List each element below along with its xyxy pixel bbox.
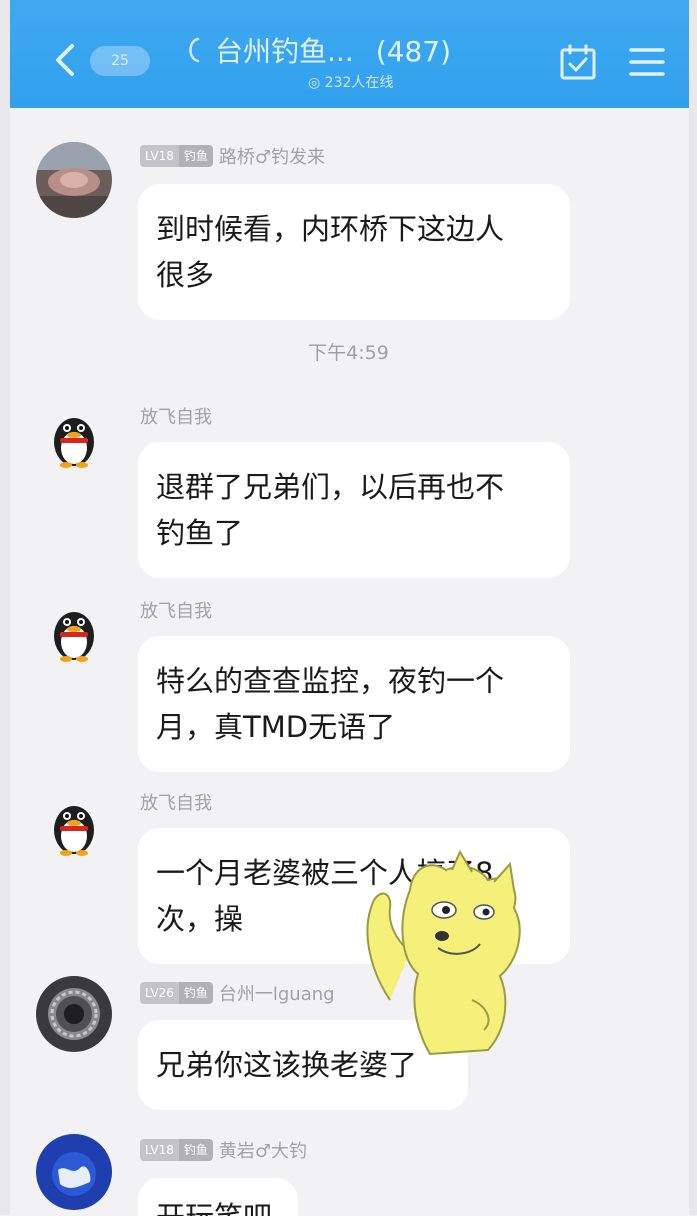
- group-title[interactable]: 台州钓鱼... (487): [215, 30, 451, 70]
- sender-line: 放飞自我: [140, 597, 212, 623]
- message-text-line: 退群了兄弟们，以后再也不: [156, 470, 505, 504]
- avatar[interactable]: [36, 398, 112, 474]
- message-text-line: 开玩笑吧: [156, 1194, 278, 1216]
- group-name: 台州钓鱼...: [215, 35, 354, 68]
- sender-line: 放飞自我: [140, 789, 212, 815]
- sender-line: LV26 钓鱼 台州一lguang: [140, 980, 335, 1006]
- right-frame: [689, 0, 697, 1215]
- sender-name[interactable]: 放飞自我: [140, 597, 212, 623]
- penguin-avatar-icon: [36, 592, 112, 668]
- sender-line: 放飞自我: [140, 403, 212, 429]
- bearing-avatar-icon: [36, 976, 112, 1052]
- sender-name[interactable]: 放飞自我: [140, 403, 212, 429]
- calendar-check-icon[interactable]: [558, 42, 598, 82]
- chat-header: 25 台州钓鱼... (487) ◎ 232人在线: [10, 0, 689, 108]
- title-label: 钓鱼: [178, 145, 213, 167]
- level-badge: LV18 钓鱼: [140, 1139, 213, 1161]
- level-label: LV26: [140, 982, 179, 1004]
- mute-icon: [189, 37, 200, 63]
- back-icon[interactable]: [50, 40, 80, 80]
- penguin-avatar-icon: [36, 398, 112, 474]
- doge-sticker-icon: [366, 850, 521, 1056]
- globe-avatar-icon: [36, 1134, 112, 1210]
- avatar[interactable]: [36, 142, 112, 218]
- level-label: LV18: [140, 145, 179, 167]
- sender-name[interactable]: 放飞自我: [140, 789, 212, 815]
- avatar[interactable]: [36, 592, 112, 668]
- level-label: LV18: [140, 1139, 179, 1161]
- message-text-line: 月，真TMD无语了: [156, 710, 396, 744]
- title-label: 钓鱼: [178, 1139, 213, 1161]
- level-badge: LV26 钓鱼: [140, 982, 213, 1004]
- sender-name[interactable]: 台州一lguang: [219, 980, 335, 1006]
- level-badge: LV18 钓鱼: [140, 145, 213, 167]
- sender-line: LV18 钓鱼 黄岩♂大钓: [140, 1137, 307, 1163]
- penguin-avatar-icon: [36, 786, 112, 862]
- landscape-avatar-icon: [36, 142, 112, 218]
- message-bubble[interactable]: 开玩笑吧: [138, 1178, 298, 1216]
- message-bubble[interactable]: 退群了兄弟们，以后再也不 钓鱼了: [138, 442, 570, 578]
- avatar[interactable]: [36, 976, 112, 1052]
- avatar[interactable]: [36, 786, 112, 862]
- member-count: (487): [375, 35, 451, 68]
- timestamp: 下午4:59: [308, 342, 389, 364]
- online-count: 232人在线: [324, 75, 394, 91]
- message-bubble[interactable]: 特么的查查监控，夜钓一个 月，真TMD无语了: [138, 636, 570, 772]
- message-text-line: 钓鱼了: [156, 516, 244, 550]
- sender-name[interactable]: 路桥♂钓发来: [219, 143, 325, 169]
- message-text-line: 特么的查查监控，夜钓一个: [156, 664, 505, 698]
- online-status: ◎ 232人在线: [308, 72, 393, 92]
- unread-count-badge[interactable]: 25: [90, 46, 150, 76]
- online-icon: ◎: [308, 75, 325, 91]
- title-label: 钓鱼: [178, 982, 213, 1004]
- message-bubble[interactable]: 到时候看，内环桥下这边人 很多: [138, 184, 570, 320]
- left-frame: [0, 0, 10, 1215]
- sender-name[interactable]: 黄岩♂大钓: [219, 1137, 307, 1163]
- avatar[interactable]: [36, 1134, 112, 1210]
- menu-icon[interactable]: [628, 46, 666, 78]
- sender-line: LV18 钓鱼 路桥♂钓发来: [140, 143, 325, 169]
- message-text-line: 很多: [156, 258, 215, 292]
- message-text-line: 到时候看，内环桥下这边人: [156, 212, 505, 246]
